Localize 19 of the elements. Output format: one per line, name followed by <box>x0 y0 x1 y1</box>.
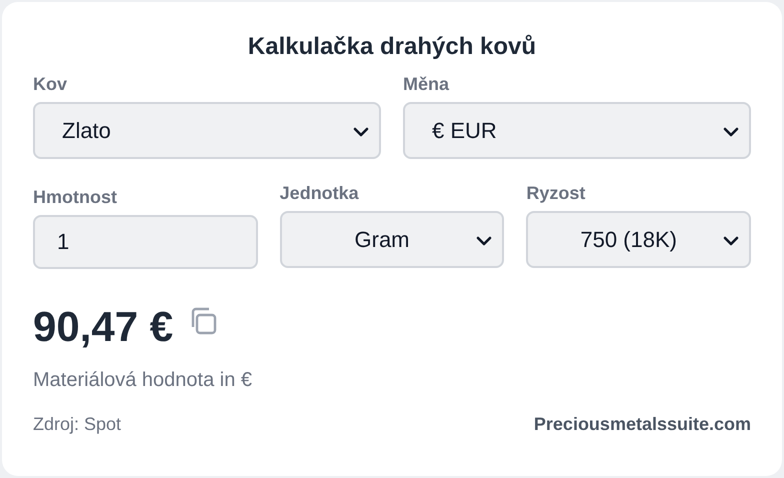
field-label: Měna <box>403 73 450 96</box>
chevron-down-icon <box>353 127 369 137</box>
dropdown[interactable]: 750 (18K) <box>526 211 752 268</box>
field-label: Jednotka <box>280 182 360 205</box>
chevron-down-icon <box>476 236 492 246</box>
source-text: Zdroj: Spot <box>33 413 122 436</box>
field-label: Hmotnost <box>33 186 118 209</box>
field-label: Kov <box>33 73 68 96</box>
dropdown[interactable]: Zlato <box>33 102 381 159</box>
chevron-down-icon <box>723 236 740 246</box>
chevron-down-icon <box>723 127 739 137</box>
result-caption: Materiálová hodnota in € <box>33 368 254 393</box>
field-label: Ryzost <box>526 182 586 205</box>
dropdown[interactable]: Gram <box>280 211 504 268</box>
dropdown[interactable]: € EUR <box>403 102 751 159</box>
input-field[interactable]: 1 <box>33 215 258 269</box>
website-link[interactable]: Preciousmetalssuite.com <box>534 411 751 438</box>
card-title: Kalkulačka drahých kovů <box>246 32 538 62</box>
result-value: 90,47 € <box>33 302 174 352</box>
